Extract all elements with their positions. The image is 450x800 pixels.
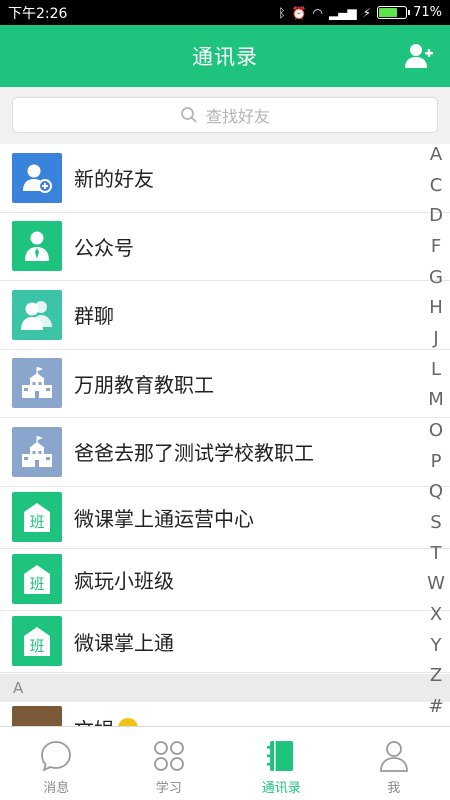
contacts-book-icon [267, 741, 294, 771]
tab-label: 消息 [43, 781, 70, 796]
list-item-label: 微课掌上通 [74, 630, 174, 655]
charging-icon: ⚡ [362, 5, 372, 20]
class-badge: 班 [29, 513, 44, 531]
battery-percent: 71% [413, 5, 442, 20]
index-letter[interactable]: Y [431, 636, 442, 655]
index-letter[interactable]: # [428, 697, 443, 716]
index-letter[interactable]: W [427, 575, 445, 593]
school-building-icon [12, 426, 62, 477]
list-item-label: 公众号 [74, 235, 134, 260]
chat-bubble-icon [41, 741, 72, 772]
class-badge: 班 [29, 637, 44, 655]
index-letter[interactable]: M [428, 391, 444, 409]
list-item-wanpeng-staff[interactable]: 万朋教育教职工 [0, 350, 450, 418]
list-item-partial[interactable]: 文娟 [0, 702, 450, 726]
list-item-official-accounts[interactable]: 公众号 [0, 213, 450, 281]
list-item-label: 微课掌上通运营中心 [74, 506, 254, 531]
group-chat-icon [12, 289, 62, 340]
list-item-group-chats[interactable]: 群聊 [0, 281, 450, 350]
list-item-test-school-staff[interactable]: 爸爸去那了测试学校教职工 [0, 418, 450, 487]
list-item-label: 文娟 [74, 714, 114, 726]
list-item-class-operations[interactable]: 班 微课掌上通运营中心 [0, 487, 450, 549]
tab-messages[interactable]: 消息 [0, 727, 113, 800]
index-letter[interactable]: Q [429, 483, 443, 501]
class-icon: 班 [12, 616, 62, 666]
wifi-icon: ◠ [312, 5, 323, 20]
index-letter[interactable]: D [429, 207, 443, 225]
status-time: 下午2:26 [8, 5, 68, 22]
index-letter[interactable]: C [430, 176, 443, 195]
section-header-a: A [0, 674, 450, 702]
search-icon [181, 107, 197, 123]
list-item-label: 爸爸去那了测试学校教职工 [74, 441, 314, 466]
status-icons: ᛒ ⏰ ◠ ▂▄▆ ⚡ 71% [278, 5, 442, 20]
section-letter: A [13, 679, 24, 697]
class-icon: 班 [12, 554, 62, 604]
status-bar: 下午2:26 ᛒ ⏰ ◠ ▂▄▆ ⚡ 71% [0, 0, 450, 25]
bottom-tab-bar: 消息 学习 通讯录 我 [0, 726, 450, 800]
study-grid-icon [153, 741, 184, 771]
index-letter[interactable]: F [431, 237, 441, 256]
index-letter[interactable]: L [431, 360, 441, 379]
tab-profile[interactable]: 我 [338, 727, 450, 800]
tab-contacts[interactable]: 通讯录 [225, 727, 338, 800]
emoji-icon [118, 718, 138, 726]
index-letter[interactable]: G [429, 268, 443, 287]
profile-icon [379, 741, 408, 772]
search-placeholder: 查找好友 [205, 107, 270, 126]
add-friend-icon[interactable] [404, 41, 434, 71]
signal-icon: ▂▄▆ [328, 5, 357, 20]
index-letter[interactable]: A [430, 146, 442, 164]
index-letter[interactable]: T [431, 544, 442, 563]
list-item-weike[interactable]: 班 微课掌上通 [0, 611, 450, 673]
list-item-crazy-class[interactable]: 班 疯玩小班级 [0, 549, 450, 611]
list-item-label: 万朋教育教职工 [74, 372, 214, 397]
page-title: 通讯录 [192, 45, 258, 69]
search-area: 查找好友 [0, 87, 450, 144]
new-friend-icon [12, 152, 62, 203]
official-account-icon [12, 221, 62, 272]
tab-label: 通讯录 [261, 781, 301, 796]
tab-label: 我 [387, 781, 401, 796]
index-letter[interactable]: S [430, 513, 441, 532]
alphabet-index[interactable]: A C D F G H J L M O P Q S T W X Y Z # [422, 144, 450, 722]
index-letter[interactable]: Z [430, 667, 442, 685]
contact-list: 新的好友 公众号 群聊 万朋教育教职工 爸爸去那了测试学校教职工 班 微课掌上通… [0, 144, 450, 673]
index-letter[interactable]: O [429, 421, 443, 440]
avatar [12, 706, 62, 726]
tab-label: 学习 [155, 781, 182, 796]
class-icon: 班 [12, 492, 62, 542]
tab-study[interactable]: 学习 [113, 727, 226, 800]
index-letter[interactable]: J [433, 329, 438, 348]
school-building-icon [12, 358, 62, 409]
alarm-icon: ⏰ [291, 5, 307, 20]
search-input[interactable]: 查找好友 [12, 97, 438, 133]
list-item-new-friends[interactable]: 新的好友 [0, 144, 450, 213]
battery-level [379, 8, 397, 17]
battery-icon [377, 6, 411, 19]
bluetooth-icon: ᛒ [278, 5, 286, 20]
list-item-label: 新的好友 [74, 167, 154, 192]
list-item-label: 群聊 [74, 304, 114, 329]
index-letter[interactable]: H [429, 299, 443, 317]
index-letter[interactable]: P [431, 452, 442, 471]
list-item-label: 疯玩小班级 [74, 568, 174, 593]
top-header: 通讯录 [0, 25, 450, 87]
class-badge: 班 [29, 575, 44, 593]
index-letter[interactable]: X [430, 605, 442, 624]
